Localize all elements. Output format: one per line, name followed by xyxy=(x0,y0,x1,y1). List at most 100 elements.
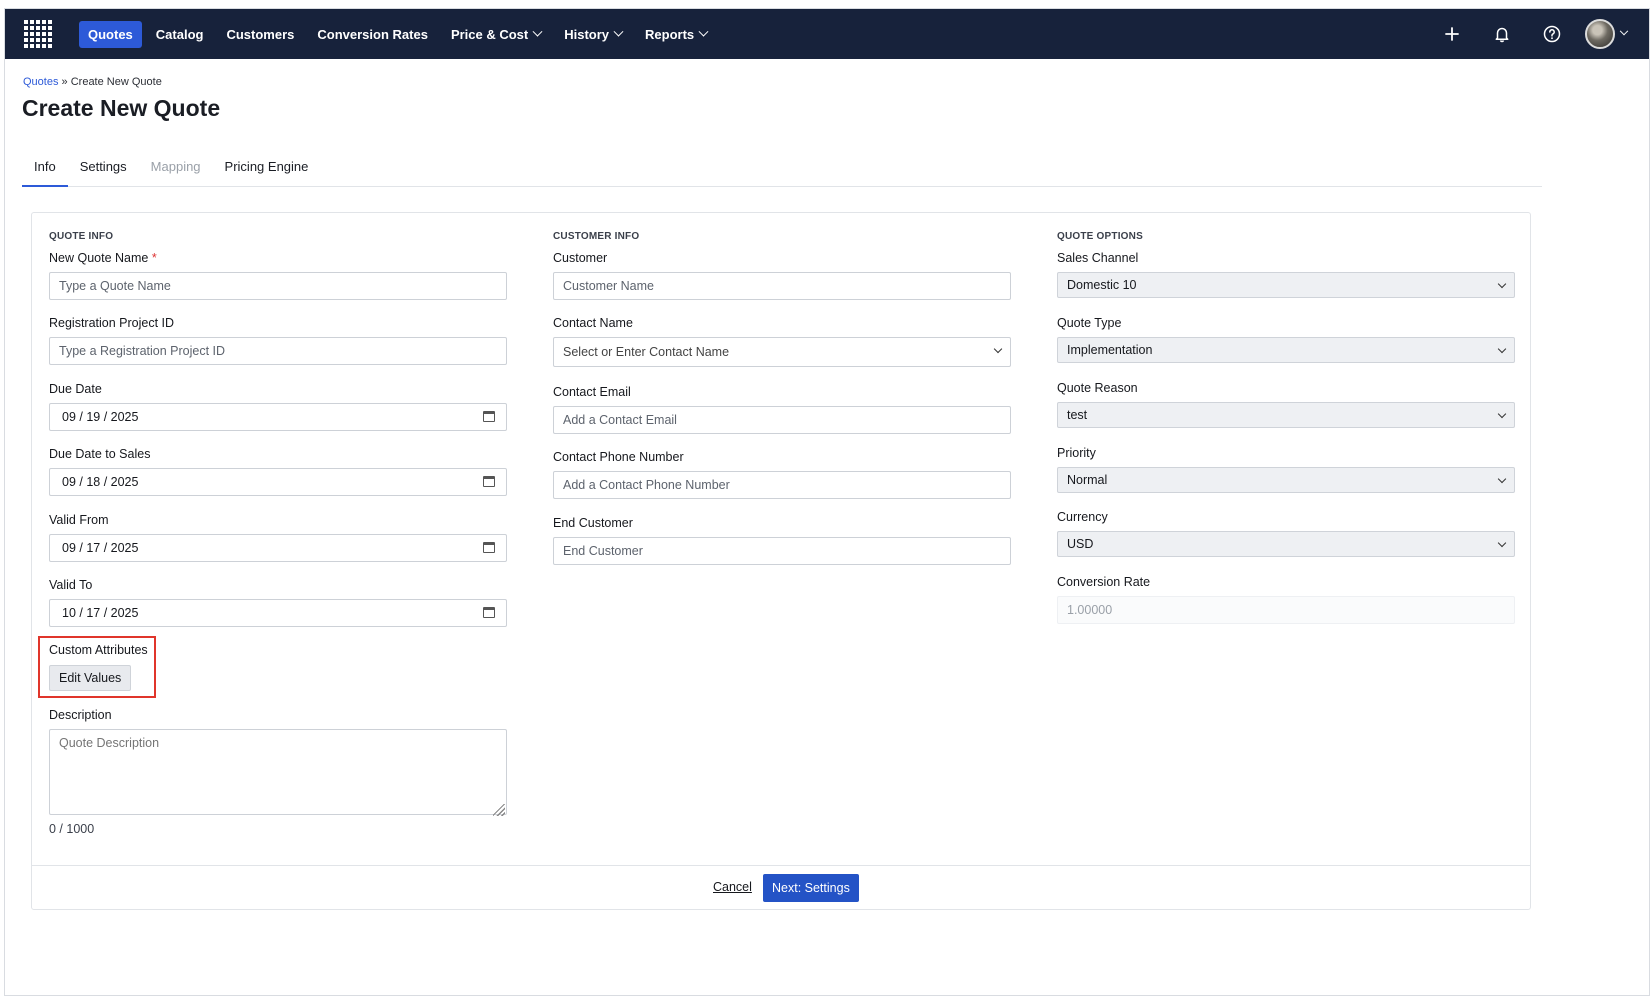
valid-from-field: Valid From 09 / 17 / 2025 xyxy=(49,513,507,562)
breadcrumb-quotes-link[interactable]: Quotes xyxy=(23,76,58,88)
quote-reason-label: Quote Reason xyxy=(1057,381,1138,395)
user-menu[interactable] xyxy=(1585,19,1629,49)
quote-type-select[interactable]: Implementation xyxy=(1057,337,1515,363)
contact-name-placeholder: Select or Enter Contact Name xyxy=(563,345,730,359)
sales-channel-value: Domestic 10 xyxy=(1067,278,1137,292)
nav-item-label: Quotes xyxy=(88,27,133,42)
priority-value: Normal xyxy=(1067,473,1108,487)
valid-from-input[interactable]: 09 / 17 / 2025 xyxy=(49,534,507,562)
nav-item-label: Catalog xyxy=(155,27,204,42)
currency-select[interactable]: USD xyxy=(1057,531,1515,557)
contact-name-select[interactable]: Select or Enter Contact Name xyxy=(553,337,1011,367)
description-textarea[interactable] xyxy=(49,729,507,815)
tab-bar: Info Settings Mapping Pricing Engine xyxy=(22,154,1542,187)
currency-value: USD xyxy=(1067,537,1094,551)
quote-type-label: Quote Type xyxy=(1057,316,1122,330)
section-title: CUSTOMER INFO xyxy=(553,231,640,242)
nav-item-quotes[interactable]: Quotes xyxy=(79,21,142,48)
calendar-icon[interactable] xyxy=(483,476,495,487)
end-customer-field: End Customer End Customer xyxy=(553,516,1011,565)
due-date-sales-input[interactable]: 09 / 18 / 2025 xyxy=(49,468,507,496)
nav-item-reports[interactable]: Reports xyxy=(636,21,716,48)
avatar xyxy=(1585,19,1615,49)
due-date-sales-label: Due Date to Sales xyxy=(49,447,151,461)
field-label: New Quote Name * xyxy=(49,251,507,267)
nav-item-price-cost[interactable]: Price & Cost xyxy=(442,21,550,48)
plus-icon[interactable] xyxy=(1435,17,1469,51)
tab-mapping[interactable]: Mapping xyxy=(139,154,213,187)
chevron-down-icon xyxy=(993,344,1003,354)
help-icon[interactable] xyxy=(1535,17,1569,51)
due-date-sales-field: Due Date to Sales 09 / 18 / 2025 xyxy=(49,447,507,496)
chevron-down-icon xyxy=(1619,26,1629,36)
valid-from-value: 09 / 17 / 2025 xyxy=(62,541,139,555)
due-date-input[interactable]: 09 / 19 / 2025 xyxy=(49,403,507,431)
nav-item-history[interactable]: History xyxy=(555,21,631,48)
quote-type-value: Implementation xyxy=(1067,343,1153,357)
valid-to-input[interactable]: 10 / 17 / 2025 xyxy=(49,599,507,627)
cancel-button[interactable]: Cancel xyxy=(713,880,752,894)
tab-settings[interactable]: Settings xyxy=(68,154,139,187)
priority-label: Priority xyxy=(1057,446,1096,460)
page-title: Create New Quote xyxy=(22,95,221,121)
calendar-icon[interactable] xyxy=(483,542,495,553)
contact-phone-input[interactable]: Add a Contact Phone Number xyxy=(553,471,1011,499)
chevron-down-icon xyxy=(698,26,709,37)
app-window: Quotes Catalog Customers Conversion Rate… xyxy=(4,8,1650,996)
end-customer-input[interactable]: End Customer xyxy=(553,537,1011,565)
valid-to-value: 10 / 17 / 2025 xyxy=(62,606,139,620)
form-footer: Cancel Next: Settings xyxy=(32,865,1530,909)
chevron-down-icon xyxy=(1497,344,1507,354)
quote-name-input[interactable]: Type a Quote Name xyxy=(49,272,507,300)
customer-input[interactable]: Customer Name xyxy=(553,272,1011,300)
chevron-down-icon xyxy=(613,26,624,37)
quote-options-section: QUOTE OPTIONS Sales Channel Domestic 10 … xyxy=(1057,231,1515,624)
valid-to-label: Valid To xyxy=(49,578,93,592)
priority-field: Priority Normal xyxy=(1057,446,1515,493)
conversion-rate-label: Conversion Rate xyxy=(1057,575,1151,589)
nav-menu: Quotes Catalog Customers Conversion Rate… xyxy=(79,21,721,48)
required-marker: * xyxy=(151,251,157,265)
chevron-down-icon xyxy=(1497,474,1507,484)
quote-type-field: Quote Type Implementation xyxy=(1057,316,1515,363)
quote-reason-select[interactable]: test xyxy=(1057,402,1515,428)
sales-channel-select[interactable]: Domestic 10 xyxy=(1057,272,1515,298)
nav-item-catalog[interactable]: Catalog xyxy=(147,21,213,48)
breadcrumb-separator: » xyxy=(61,76,68,88)
conversion-rate-input: 1.00000 xyxy=(1057,596,1515,624)
contact-name-field: Contact Name Select or Enter Contact Nam… xyxy=(553,316,1011,367)
currency-field: Currency USD xyxy=(1057,510,1515,557)
calendar-icon[interactable] xyxy=(483,607,495,618)
nav-item-conversion-rates[interactable]: Conversion Rates xyxy=(308,21,437,48)
resize-handle[interactable] xyxy=(493,804,505,816)
chevron-down-icon xyxy=(1497,538,1507,548)
contact-email-input[interactable]: Add a Contact Email xyxy=(553,406,1011,434)
nav-item-label: Conversion Rates xyxy=(317,27,428,42)
contact-phone-label: Contact Phone Number xyxy=(553,450,684,464)
quote-name-label: New Quote Name xyxy=(49,251,149,265)
nav-item-customers[interactable]: Customers xyxy=(217,21,303,48)
nav-actions xyxy=(1419,17,1629,51)
quote-name-field: New Quote Name * Type a Quote Name xyxy=(49,251,507,300)
valid-from-label: Valid From xyxy=(49,513,109,527)
tab-pricing-engine[interactable]: Pricing Engine xyxy=(213,154,321,187)
description-counter: 0 / 1000 xyxy=(49,822,95,836)
registration-id-input[interactable]: Type a Registration Project ID xyxy=(49,337,507,365)
currency-label: Currency xyxy=(1057,510,1108,524)
priority-select[interactable]: Normal xyxy=(1057,467,1515,493)
quote-reason-field: Quote Reason test xyxy=(1057,381,1515,428)
top-nav-bar: Quotes Catalog Customers Conversion Rate… xyxy=(5,9,1649,59)
contact-email-field: Contact Email Add a Contact Email xyxy=(553,385,1011,434)
contact-name-label: Contact Name xyxy=(553,316,633,330)
app-grid-icon[interactable] xyxy=(23,19,53,49)
conversion-rate-field: Conversion Rate 1.00000 xyxy=(1057,575,1515,624)
description-label: Description xyxy=(49,708,112,722)
description-field: Description 0 / 1000 xyxy=(49,708,507,836)
bell-icon[interactable] xyxy=(1485,17,1519,51)
due-date-sales-value: 09 / 18 / 2025 xyxy=(62,475,139,489)
nav-item-label: Customers xyxy=(226,27,295,42)
tab-info[interactable]: Info xyxy=(22,154,68,187)
next-settings-button[interactable]: Next: Settings xyxy=(763,874,859,902)
end-customer-label: End Customer xyxy=(553,516,633,530)
calendar-icon[interactable] xyxy=(483,411,495,422)
